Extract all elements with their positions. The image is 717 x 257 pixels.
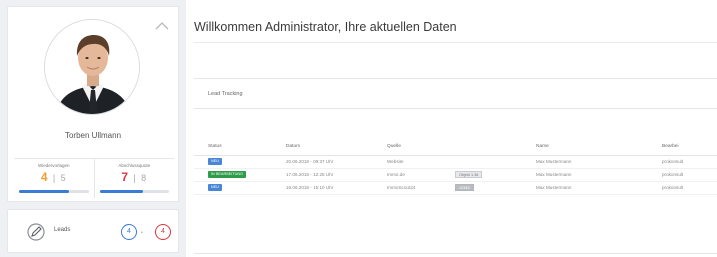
progress-bar-fill [99, 190, 143, 193]
source-cell: Website [387, 155, 455, 169]
date-cell: 20.06.2018 - 09:37 Uhr [286, 155, 387, 169]
leads-widget[interactable]: Leads 4 • 4 [7, 209, 179, 253]
source-cell: Immo.de [387, 168, 455, 182]
status-badge: IN BEARBEITUNG [208, 171, 247, 178]
stat-value: 4 | 5 [14, 170, 94, 184]
stat-label: Abschlussquote [118, 163, 151, 168]
table-row[interactable]: IN BEARBEITUNG 17.06.2018 - 12:25 Uhr Im… [194, 168, 717, 182]
column-header-name[interactable]: Name [536, 139, 662, 156]
column-header-source[interactable]: Quelle [387, 139, 455, 156]
stat-separator: | [133, 173, 137, 183]
object-tag[interactable]: Objekt 1.36 [455, 171, 483, 178]
date-cell: 17.06.2018 - 12:25 Uhr [286, 168, 387, 182]
stat-total: 5 [60, 173, 67, 183]
avatar-portrait [45, 20, 139, 114]
owner-cell: prokonsult [662, 168, 717, 182]
owner-cell: prokonsult [662, 155, 717, 169]
progress-bar [99, 190, 169, 193]
stat-followups[interactable]: Wiedervorlagen 4 | 5 [14, 159, 94, 198]
name-cell: Max Mustermann [536, 168, 662, 182]
user-name: Torben Ullmann [64, 131, 122, 140]
stat-close-rate[interactable]: Abschlussquote 7 | 8 [93, 159, 175, 198]
tag-cell [455, 155, 536, 169]
table-row[interactable]: NEU 16.06.2018 - 15:10 Uhr ImmoScout24 1… [194, 181, 717, 195]
column-header-owner[interactable]: Bearbei [662, 139, 717, 156]
stat-total: 8 [141, 173, 148, 183]
leads-count-open[interactable]: 4 [155, 224, 171, 240]
stat-current: 7 [121, 170, 130, 184]
leads-label: Leads [54, 227, 71, 233]
main-content: Willkommen Administrator, Ihre aktuellen… [186, 0, 717, 257]
status-cell: NEU [194, 155, 286, 169]
status-cell: NEU [194, 181, 286, 195]
stat-current: 4 [40, 170, 49, 184]
name-cell: Max Mustermann [536, 155, 662, 169]
object-tag[interactable]: 12345 [455, 184, 474, 191]
status-badge: NEU [208, 184, 223, 191]
stat-label: Wiedervorlagen [37, 163, 70, 168]
page-title: Willkommen Administrator, Ihre aktuellen… [194, 20, 457, 34]
panel-title: Lead Tracking [208, 91, 243, 97]
tag-cell: Objekt 1.36 [455, 168, 536, 182]
stats-row: Wiedervorlagen 4 | 5 Abschlussquote 7 | … [14, 158, 174, 198]
profile-card: Torben Ullmann Wiedervorlagen 4 | 5 Absc… [7, 6, 179, 202]
source-cell: ImmoScout24 [387, 181, 455, 195]
status-badge: NEU [208, 158, 223, 165]
status-cell: IN BEARBEITUNG [194, 168, 286, 182]
owner-cell: prokonsult [662, 181, 717, 195]
avatar [44, 19, 140, 115]
divider [194, 42, 717, 43]
edit-circle-icon [27, 223, 45, 241]
stat-separator: | [52, 173, 57, 183]
panel-heading: Lead Tracking [194, 79, 717, 109]
column-header-tag [455, 139, 536, 156]
table-row[interactable]: NEU 20.06.2018 - 09:37 Uhr Website Max M… [194, 155, 717, 169]
progress-bar [19, 190, 89, 193]
progress-bar-fill [19, 190, 70, 193]
column-header-status[interactable]: Status [194, 139, 286, 156]
badge-separator: • [141, 230, 143, 236]
table-header-row: Status Datum Quelle Name Bearbei [194, 139, 717, 156]
lead-tracking-panel: Lead Tracking Status Datum Quelle Name B… [194, 78, 717, 254]
tag-cell: 12345 [455, 181, 536, 195]
chevron-up-icon[interactable] [154, 21, 170, 31]
column-header-date[interactable]: Datum [286, 139, 387, 156]
stat-value: 7 | 8 [95, 170, 175, 184]
lead-table: Status Datum Quelle Name Bearbei NEU 20.… [194, 139, 717, 195]
date-cell: 16.06.2018 - 15:10 Uhr [286, 181, 387, 195]
name-cell: Max Mustermann [536, 181, 662, 195]
leads-count-new[interactable]: 4 [121, 224, 137, 240]
